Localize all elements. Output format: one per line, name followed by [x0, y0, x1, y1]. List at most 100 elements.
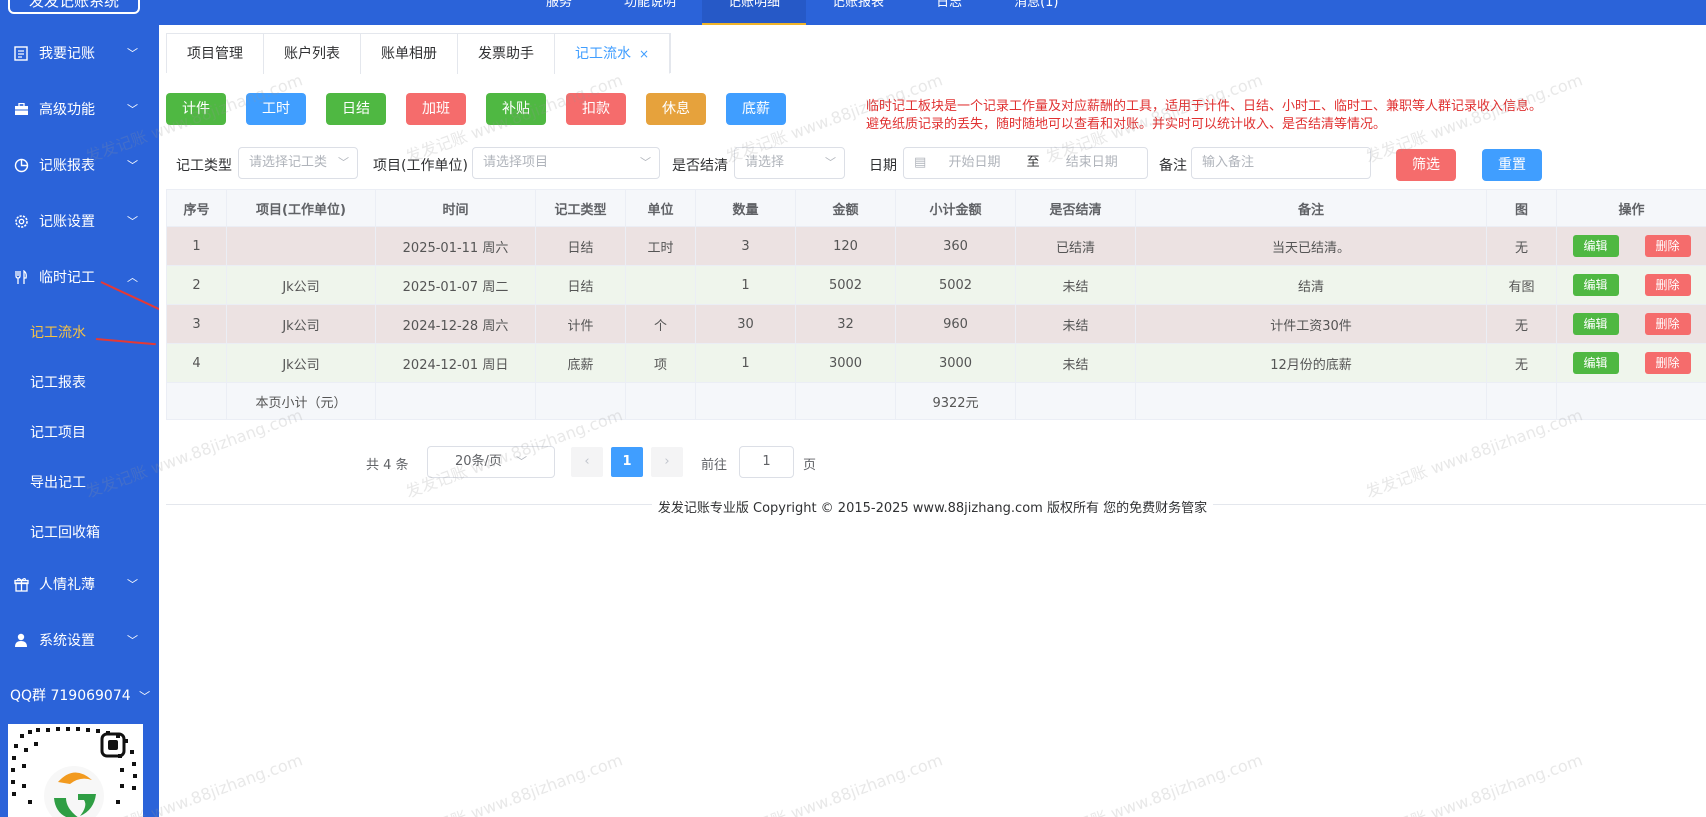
sidebar-item-label: 记账设置: [39, 214, 95, 230]
tab-work-log[interactable]: 记工流水 ×: [555, 34, 671, 74]
col-header: 项目(工作单位): [226, 189, 376, 227]
cell-unit: 个: [625, 304, 696, 344]
top-menu-item-5[interactable]: 日志: [910, 0, 988, 25]
rest-button[interactable]: 休息: [646, 93, 706, 125]
col-header: 时间: [375, 189, 536, 227]
app-logo[interactable]: 发发记账系统: [8, 0, 140, 14]
sidebar-item-label: 高级功能: [39, 102, 95, 118]
date-start-placeholder: 开始日期: [948, 155, 1001, 170]
chevron-up-icon: ︿: [127, 271, 138, 284]
edit-button[interactable]: 编辑: [1572, 313, 1619, 335]
subtotal-row: 本页小计（元） 9322元: [166, 382, 1706, 420]
qq-group-label: QQ群 719069074: [10, 688, 131, 704]
user-icon: [13, 632, 29, 648]
sidebar-item-advanced[interactable]: 高级功能 ﹀: [0, 89, 159, 129]
top-menu-item-6[interactable]: 消息(1): [988, 0, 1084, 25]
cell-remark: 12月份的底薪: [1135, 343, 1487, 383]
delete-button[interactable]: 删除: [1644, 313, 1691, 335]
remark-input-placeholder: 输入备注: [1202, 155, 1255, 170]
sidebar-subitem-work-project[interactable]: 记工项目: [30, 422, 86, 442]
tab-account-list[interactable]: 账户列表: [264, 34, 361, 74]
pagination-total: 共 4 条: [366, 458, 409, 473]
settled-select[interactable]: 请选择 ﹀: [734, 147, 845, 179]
top-menu-item-2[interactable]: 功能说明: [598, 0, 702, 25]
type-select[interactable]: 请选择记工类 ﹀: [238, 147, 358, 179]
sidebar-item-gift-book[interactable]: 人情礼薄 ﹀: [0, 564, 159, 604]
cell-unit: 项: [625, 343, 696, 383]
date-filter-label: 日期: [869, 158, 897, 174]
project-select[interactable]: 请选择项目 ﹀: [472, 147, 660, 179]
goto-page-input[interactable]: 1: [739, 446, 794, 478]
cell-empty: [625, 382, 696, 420]
filter-button[interactable]: 筛选: [1396, 149, 1456, 181]
close-icon[interactable]: ×: [639, 47, 649, 61]
cell-unit: [625, 265, 696, 305]
cell-project: [226, 226, 376, 266]
subsidy-button[interactable]: 补贴: [486, 93, 546, 125]
top-menu-item-4[interactable]: 记账报表: [806, 0, 910, 25]
page-1-button[interactable]: 1: [611, 447, 643, 477]
tab-bar: 项目管理 账户列表 账单相册 发票助手 记工流水 ×: [166, 33, 672, 74]
cell-index: 2: [166, 265, 227, 305]
delete-button[interactable]: 删除: [1644, 352, 1691, 374]
top-menu: 服务 功能说明 记账明细 记账报表 日志 消息(1): [520, 0, 1085, 25]
base-salary-button[interactable]: 底薪: [726, 93, 786, 125]
top-menu-item-3[interactable]: 记账明细: [702, 0, 807, 25]
sidebar-subitem-export[interactable]: 导出记工: [30, 472, 86, 492]
sidebar-item-bookkeeping[interactable]: 我要记账 ﹀: [0, 33, 159, 73]
sidebar-item-reports[interactable]: 记账报表 ﹀: [0, 145, 159, 185]
reset-button[interactable]: 重置: [1482, 149, 1542, 181]
cell-subtotal: 3000: [895, 343, 1016, 383]
watermark: 发发记账 www.88jizhang.com: [1363, 750, 1585, 817]
hourly-button[interactable]: 工时: [246, 93, 306, 125]
overtime-button[interactable]: 加班: [406, 93, 466, 125]
edit-button[interactable]: 编辑: [1572, 235, 1619, 257]
prev-page-button[interactable]: ‹: [571, 447, 603, 477]
table-row: 3 Jk公司 2024-12-28 周六 计件 个 30 32 960 未结 计…: [166, 304, 1706, 344]
top-menu-item-1[interactable]: 服务: [520, 0, 598, 25]
deduction-button[interactable]: 扣款: [566, 93, 626, 125]
chevron-down-icon: ﹀: [127, 578, 138, 591]
tab-project-management[interactable]: 项目管理: [167, 34, 264, 74]
tab-bill-album[interactable]: 账单相册: [361, 34, 458, 74]
cell-quantity: 1: [695, 265, 796, 305]
sidebar-item-system[interactable]: 系统设置 ﹀: [0, 620, 159, 660]
sidebar-subitem-work-log[interactable]: 记工流水: [30, 322, 86, 342]
tab-invoice-helper[interactable]: 发票助手: [458, 34, 555, 74]
col-header: 金额: [795, 189, 896, 227]
page-size-select[interactable]: 20条/页 ﹀: [427, 446, 555, 478]
daily-settle-button[interactable]: 日结: [326, 93, 386, 125]
watermark: 发发记账 www.88jizhang.com: [723, 750, 945, 817]
subtotal-value: 9322元: [895, 382, 1016, 420]
cell-actions: 编辑 删除: [1556, 226, 1706, 266]
sidebar-item-temp-work[interactable]: 临时记工 ︿: [0, 257, 159, 297]
delete-button[interactable]: 删除: [1644, 235, 1691, 257]
filter-bar: 记工类型 请选择记工类 ﹀ 项目(工作单位) 请选择项目 ﹀ 是否结清 请选择 …: [159, 147, 1706, 181]
edit-button[interactable]: 编辑: [1572, 274, 1619, 296]
page-size-value: 20条/页: [454, 454, 502, 469]
delete-button[interactable]: 删除: [1644, 274, 1691, 296]
edit-button[interactable]: 编辑: [1572, 352, 1619, 374]
sidebar-item-label: 人情礼薄: [39, 577, 95, 593]
table-header-row: 序号 项目(工作单位) 时间 记工类型 单位 数量 金额 小计金额 是否结清 备…: [166, 189, 1706, 227]
table-row: 2 Jk公司 2025-01-07 周二 日结 1 5002 5002 未结 结…: [166, 265, 1706, 305]
remark-input[interactable]: 输入备注: [1191, 147, 1371, 179]
date-range-picker[interactable]: ▤ 开始日期 至 结束日期: [903, 147, 1148, 179]
cell-amount: 3000: [795, 343, 896, 383]
sidebar-subitem-work-report[interactable]: 记工报表: [30, 372, 86, 392]
cell-empty: [1015, 382, 1136, 420]
cell-image[interactable]: 有图: [1486, 265, 1557, 305]
type-select-placeholder: 请选择记工类: [249, 155, 328, 170]
next-page-button[interactable]: ›: [651, 447, 683, 477]
col-header: 是否结清: [1015, 189, 1136, 227]
cell-date: 2025-01-07 周二: [375, 265, 536, 305]
top-bar: 发发记账系统 服务 功能说明 记账明细 记账报表 日志 消息(1): [0, 0, 1706, 25]
footer-text: 发发记账专业版 Copyright © 2015-2025 www.88jizh…: [651, 501, 1214, 516]
sidebar-item-settings[interactable]: 记账设置 ﹀: [0, 201, 159, 241]
piecework-button[interactable]: 计件: [166, 93, 226, 125]
cell-empty: [1556, 382, 1706, 420]
project-select-placeholder: 请选择项目: [483, 155, 549, 170]
cell-image: 无: [1486, 343, 1557, 383]
cell-remark: 计件工资30件: [1135, 304, 1487, 344]
sidebar-subitem-recycle-bin[interactable]: 记工回收箱: [30, 522, 100, 542]
